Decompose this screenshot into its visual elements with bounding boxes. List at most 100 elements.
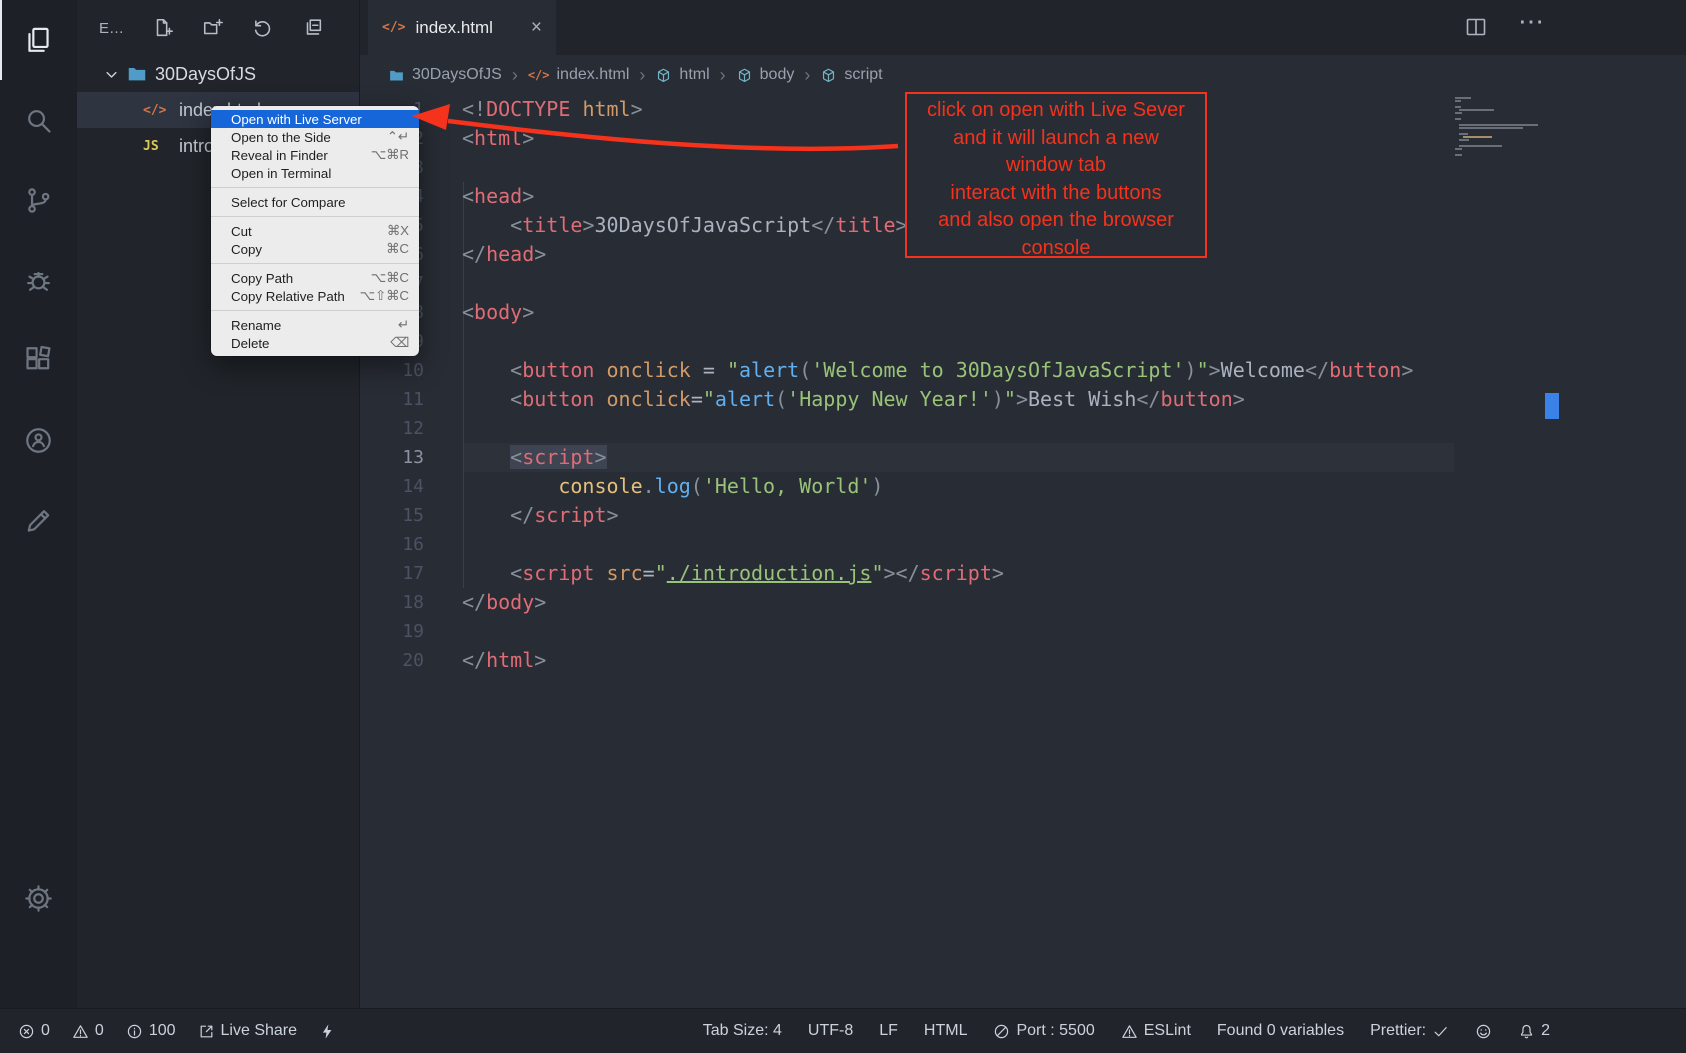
code-line-12[interactable]: 12 [360,414,1686,443]
error-icon [18,1023,35,1040]
menu-item-open-with-live-server[interactable]: Open with Live Server [211,110,419,128]
menu-item-copy-relative-path[interactable]: Copy Relative Path⌥⇧⌘C [211,287,419,305]
code-line-18[interactable]: 18 </body> [360,588,1686,617]
code-line-13[interactable]: 13 <script> [360,443,1686,472]
settings-icon[interactable] [0,858,77,938]
code-token: body [486,590,534,614]
source-control-icon[interactable] [0,160,77,240]
feedback-pen-icon[interactable] [0,480,77,560]
status-bolt[interactable] [319,1023,336,1040]
status-feedback-smiley[interactable] [1475,1023,1492,1040]
explorer-icon[interactable] [0,0,77,80]
check-icon [1432,1023,1449,1040]
status-port[interactable]: Port : 5500 [993,1022,1094,1040]
menu-item-cut[interactable]: Cut⌘X [211,222,419,240]
tab-index-html[interactable]: </> index.html × [368,0,556,55]
menu-item-copy[interactable]: Copy⌘C [211,240,419,258]
code-line-text: </body> [462,588,546,617]
code-line-9[interactable]: 9 [360,327,1686,356]
menu-item-label: Delete [231,336,269,351]
menu-item-open-in-terminal[interactable]: Open in Terminal [211,164,419,182]
menu-item-rename[interactable]: Rename↵ [211,316,419,334]
status-tab-size[interactable]: Tab Size: 4 [703,1022,782,1040]
new-file-icon[interactable] [152,17,174,39]
code-line-17[interactable]: 17 <script src="./introduction.js"></scr… [360,559,1686,588]
line-number[interactable]: 10 [360,356,424,385]
code-line-text: </html> [462,646,546,675]
code-line-10[interactable]: 10 <button onclick = "alert('Welcome to … [360,356,1686,385]
close-icon[interactable]: × [531,17,542,39]
code-line-11[interactable]: 11 <button onclick="alert('Happy New Yea… [360,385,1686,414]
new-folder-icon[interactable] [202,17,224,39]
live-share-icon[interactable] [0,400,77,480]
code-line-19[interactable]: 19 [360,617,1686,646]
menu-item-reveal-in-finder[interactable]: Reveal in Finder⌥⌘R [211,146,419,164]
line-number[interactable]: 17 [360,559,424,588]
minimap-line [1455,133,1543,135]
more-actions-icon[interactable]: ⋯ [1518,6,1544,37]
line-number[interactable]: 19 [360,617,424,646]
status-prettier[interactable]: Prettier: [1370,1022,1449,1040]
line-number[interactable]: 12 [360,414,424,443]
minimap[interactable] [1455,97,1543,157]
code-token: > [522,300,534,324]
breadcrumb-body[interactable]: body [736,66,795,84]
menu-item-copy-path[interactable]: Copy Path⌥⌘C [211,269,419,287]
line-number[interactable]: 16 [360,530,424,559]
status-problems-errors[interactable]: 0 [18,1022,50,1040]
status-encoding[interactable]: UTF-8 [808,1022,853,1040]
breadcrumb-index-html[interactable]: </>index.html [528,66,630,84]
code-token: ( [775,387,787,411]
code-token: > [1401,358,1413,382]
code-line-15[interactable]: 15 </script> [360,501,1686,530]
line-number[interactable]: 15 [360,501,424,530]
code-line-16[interactable]: 16 [360,530,1686,559]
status-notifications[interactable]: 2 [1518,1022,1550,1040]
status-eol[interactable]: LF [879,1022,898,1040]
code-token: log [655,474,691,498]
status-language-mode[interactable]: HTML [924,1022,968,1040]
code-token: button [1329,358,1401,382]
menu-separator [211,216,419,217]
line-number[interactable]: 20 [360,646,424,675]
collapse-all-icon[interactable] [302,17,324,39]
code-token: < [510,213,522,237]
menu-item-open-to-the-side[interactable]: Open to the Side⌃↵ [211,128,419,146]
breadcrumb: 30DaysOfJS›</>index.html›html›body›scrip… [360,55,1686,95]
code-token [570,97,582,121]
breadcrumb-script[interactable]: script [820,66,882,84]
tree-root-30daysofjs[interactable]: 30DaysOfJS [77,56,359,92]
status-problems-info[interactable]: 100 [126,1022,176,1040]
status-problems-warnings[interactable]: 0 [72,1022,104,1040]
search-icon[interactable] [0,80,77,160]
breadcrumb-html[interactable]: html [655,66,709,84]
menu-item-delete[interactable]: Delete⌫ [211,334,419,352]
code-line-8[interactable]: 8<body> [360,298,1686,327]
menu-shortcut: ⌘X [387,223,409,239]
status-live-share[interactable]: Live Share [198,1022,298,1040]
line-number[interactable]: 14 [360,472,424,501]
code-line-20[interactable]: 20 </html> [360,646,1686,675]
code-token: alert [739,358,799,382]
code-token: = [643,561,655,585]
menu-item-select-for-compare[interactable]: Select for Compare [211,193,419,211]
line-number[interactable]: 13 [360,443,424,472]
status-eslint[interactable]: ESLint [1121,1022,1191,1040]
line-number[interactable]: 18 [360,588,424,617]
extensions-icon[interactable] [0,320,77,400]
code-token: alert [715,387,775,411]
refresh-icon[interactable] [252,17,274,39]
code-token: button [522,358,594,382]
breadcrumb-label: body [760,66,795,84]
code-line-14[interactable]: 14 console.log('Hello, World') [360,472,1686,501]
status-variables[interactable]: Found 0 variables [1217,1022,1344,1040]
code-line-7[interactable]: 7 [360,269,1686,298]
line-number[interactable]: 11 [360,385,424,414]
breadcrumb-label: html [679,66,709,84]
split-editor-icon[interactable] [1464,15,1488,39]
js-file-icon: JS [143,139,169,154]
menu-item-label: Open to the Side [231,130,331,145]
minimap-line [1455,139,1543,141]
run-debug-icon[interactable] [0,240,77,320]
breadcrumb-30daysofjs[interactable]: 30DaysOfJS [388,66,502,84]
